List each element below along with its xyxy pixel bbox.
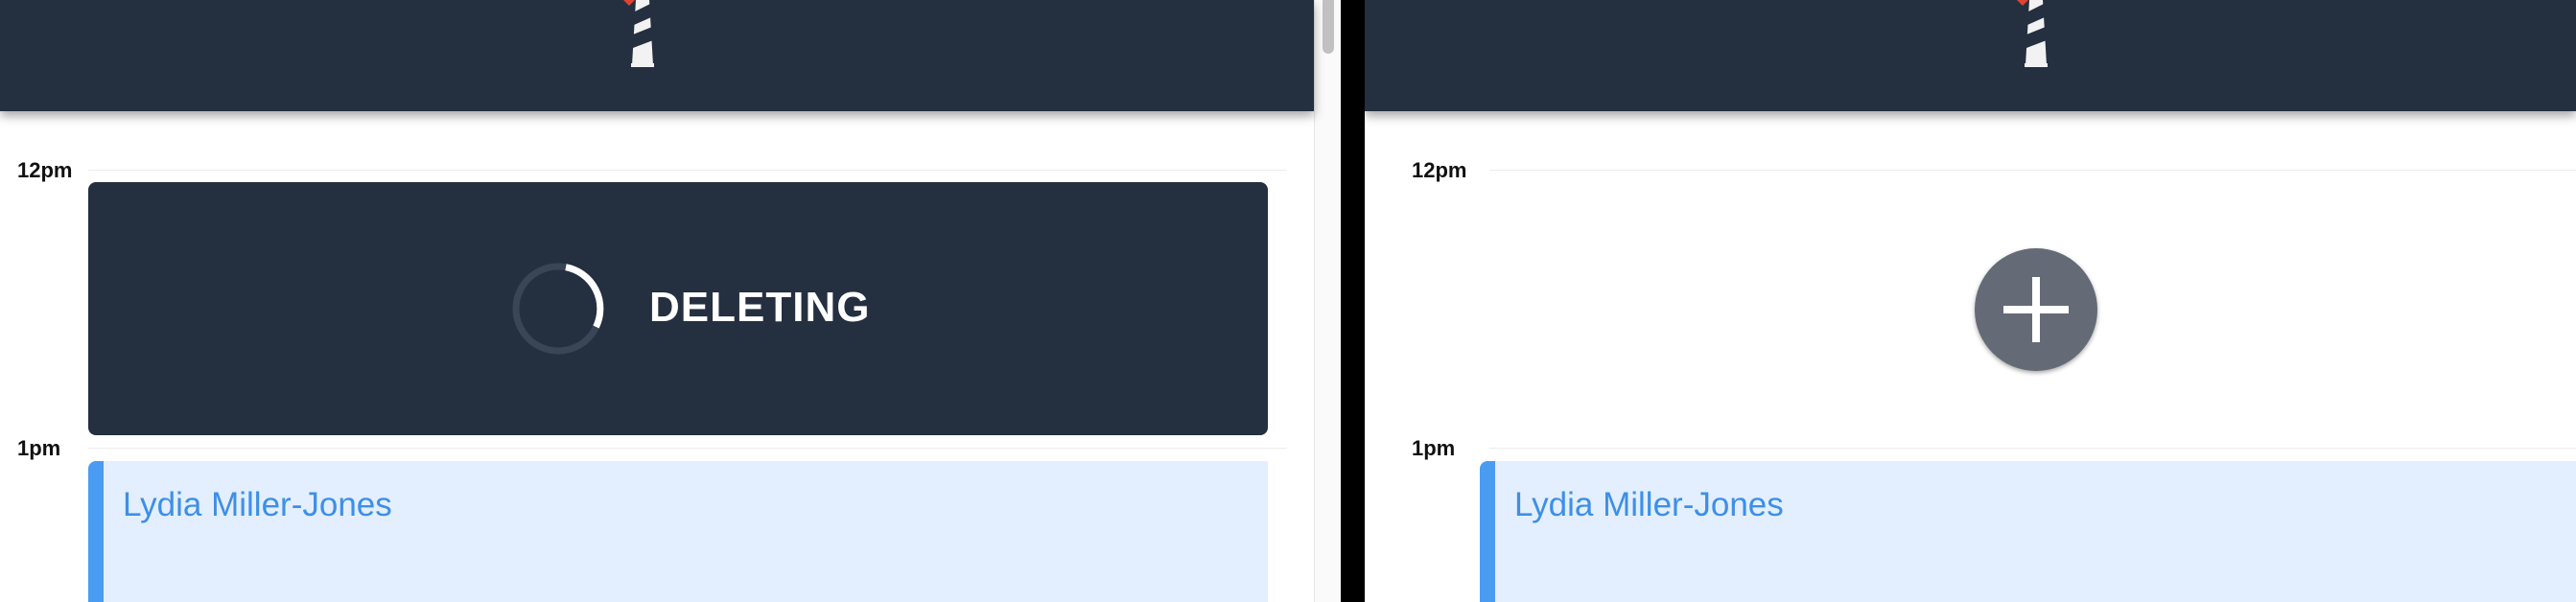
left-calendar-panel: 12pm DELETING 1pm Lydia Miller-Jones (0, 0, 1341, 602)
appointment-card[interactable]: Lydia Miller-Jones (88, 461, 1268, 602)
time-label-1pm: 1pm (17, 436, 61, 460)
right-calendar-panel: 12pm 1pm Lydia Miller-Jones (1365, 0, 2576, 602)
app-header (1365, 0, 2576, 111)
deleting-status-text: DELETING (649, 284, 871, 331)
appointment-card[interactable]: Lydia Miller-Jones (1480, 461, 2576, 602)
hour-line-1pm (1489, 448, 2576, 449)
loading-spinner-icon (512, 263, 604, 355)
time-label-1pm: 1pm (1412, 436, 1456, 460)
deleting-appointment-card: DELETING (88, 182, 1268, 435)
hour-line-12pm (1489, 170, 2576, 171)
scrollbar-thumb[interactable] (1323, 0, 1334, 54)
hour-line-12pm (88, 170, 1287, 171)
vertical-scrollbar[interactable] (1314, 0, 1341, 602)
appointment-client-name: Lydia Miller-Jones (123, 486, 392, 523)
lighthouse-logo-icon (623, 0, 654, 67)
time-label-12pm: 12pm (1412, 158, 1467, 182)
hour-line-1pm (88, 448, 1287, 449)
time-label-12pm: 12pm (17, 158, 73, 182)
plus-icon (2003, 277, 2069, 342)
appointment-client-name: Lydia Miller-Jones (1514, 486, 1784, 523)
app-header (0, 0, 1314, 111)
lighthouse-logo-icon (2017, 0, 2048, 67)
add-appointment-button[interactable] (1975, 248, 2097, 371)
